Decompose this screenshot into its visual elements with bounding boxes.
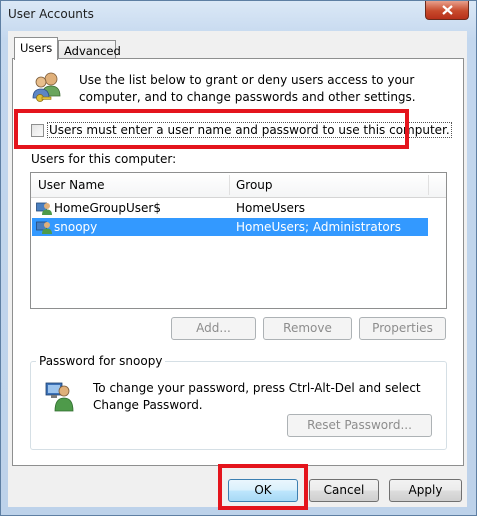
add-user-button[interactable]: Add... [171,317,256,340]
tab-advanced[interactable]: Advanced [58,40,121,60]
user-icon [36,221,52,234]
reset-password-button[interactable]: Reset Password... [287,414,432,437]
ok-button[interactable]: OK [228,479,298,502]
group-cell: HomeUsers [236,201,306,215]
user-icon [36,202,52,215]
require-login-checkbox[interactable] [31,124,44,137]
title-bar[interactable]: User Accounts [1,1,476,31]
table-row-selected[interactable]: snoopy HomeUsers; Administrators [32,218,428,236]
cancel-button[interactable]: Cancel [309,479,379,502]
window-title: User Accounts [8,7,94,21]
column-divider[interactable] [428,175,429,195]
properties-button[interactable]: Properties [359,317,446,340]
group-cell: HomeUsers; Administrators [236,220,401,234]
password-help-text: To change your password, press Ctrl-Alt-… [93,381,421,412]
users-keys-icon [32,72,61,102]
tab-advanced-label: Advanced [64,44,121,58]
apply-button[interactable]: Apply [389,479,462,502]
column-header-user-name[interactable]: User Name [38,178,105,192]
list-header: User Name Group [31,173,446,198]
close-button[interactable] [425,1,469,20]
intro-text: Use the list below to grant or deny user… [79,73,416,104]
table-row[interactable]: HomeGroupUser$ HomeUsers [32,199,428,217]
tab-users[interactable]: Users [14,37,58,60]
users-section-label: Users for this computer: [31,152,177,166]
column-divider[interactable] [229,175,230,195]
password-group-title: Password for snoopy [36,354,166,368]
column-header-group[interactable]: Group [236,178,273,192]
users-list[interactable]: User Name Group HomeGroupUser$ HomeUsers… [30,172,447,309]
user-name-cell: HomeGroupUser$ [54,201,161,215]
require-login-label[interactable]: Users must enter a user name and passwor… [47,122,452,138]
user-password-icon [45,382,74,412]
tab-users-label: Users [20,41,53,55]
remove-user-button[interactable]: Remove [263,317,352,340]
user-name-cell: snoopy [54,220,98,234]
close-icon [442,5,453,15]
